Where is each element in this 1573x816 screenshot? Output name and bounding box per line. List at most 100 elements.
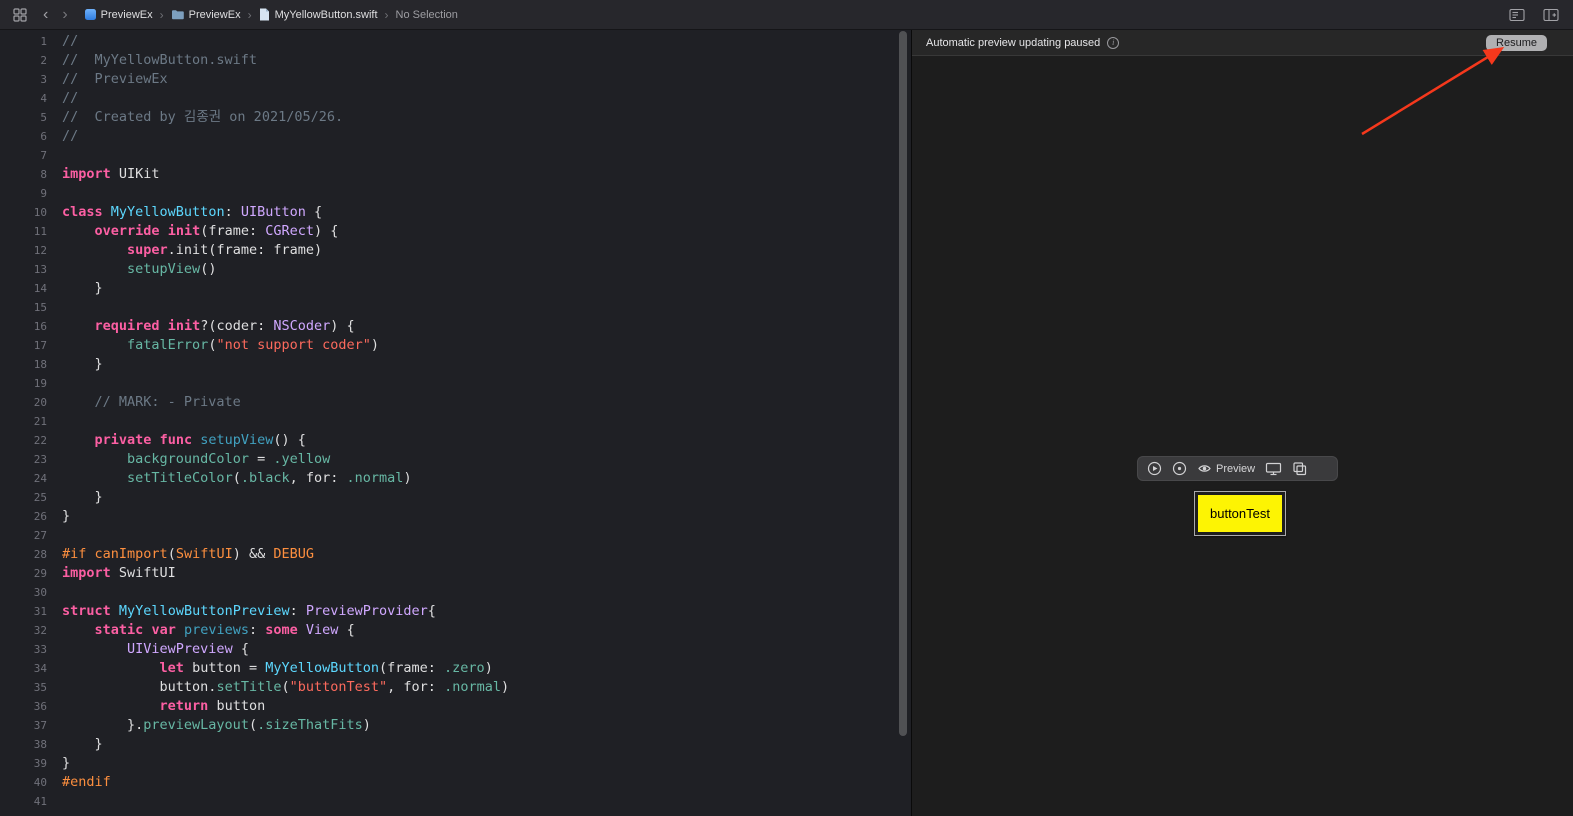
- code-line[interactable]: [62, 184, 911, 203]
- breadcrumb-group[interactable]: PreviewEx: [171, 9, 241, 21]
- code-line[interactable]: let button = MyYellowButton(frame: .zero…: [62, 659, 911, 678]
- code-line[interactable]: class MyYellowButton: UIButton {: [62, 203, 911, 222]
- editor-controls: [1509, 8, 1559, 22]
- code-line[interactable]: struct MyYellowButtonPreview: PreviewPro…: [62, 602, 911, 621]
- code-line[interactable]: return button: [62, 697, 911, 716]
- line-number: 23: [33, 453, 47, 466]
- breadcrumb-project-label: PreviewEx: [100, 8, 153, 21]
- breadcrumb-separator: ›: [384, 7, 389, 22]
- code-line[interactable]: }: [62, 355, 911, 374]
- line-number: 9: [40, 187, 47, 200]
- preview-mode-button[interactable]: Preview: [1197, 461, 1255, 476]
- banner-message: Automatic preview updating paused: [926, 36, 1101, 49]
- line-number: 10: [33, 206, 47, 219]
- breadcrumb-separator: ›: [159, 7, 164, 22]
- line-number: 2: [40, 54, 47, 67]
- breadcrumb-separator: ›: [247, 7, 252, 22]
- line-number: 1: [40, 35, 47, 48]
- code-line[interactable]: }: [62, 488, 911, 507]
- inspect-icon[interactable]: [1172, 461, 1187, 476]
- code-line[interactable]: required init?(coder: NSCoder) {: [62, 317, 911, 336]
- eye-icon: [1197, 461, 1212, 476]
- code-line[interactable]: [62, 146, 911, 165]
- code-line[interactable]: super.init(frame: frame): [62, 241, 911, 260]
- preview-canvas: Preview buttonTest: [912, 56, 1573, 815]
- breadcrumb-file-label: MyYellowButton.swift: [274, 8, 378, 21]
- code-line[interactable]: }: [62, 279, 911, 298]
- editor-options-icon[interactable]: [1509, 8, 1525, 22]
- code-line[interactable]: [62, 412, 911, 431]
- line-number: 13: [33, 263, 47, 276]
- code-line[interactable]: #endif: [62, 773, 911, 792]
- line-numbers: 1 2 3 4 5 6 7 8 9 10 11 12 13 14 15 16 17 18 19 20 21 22 23 24 2…: [0, 30, 54, 816]
- line-number: 18: [33, 358, 47, 371]
- code-line[interactable]: [62, 792, 911, 811]
- code-line[interactable]: }: [62, 754, 911, 773]
- code-line[interactable]: [62, 374, 911, 393]
- code-line[interactable]: [62, 583, 911, 602]
- code-lines[interactable]: //// MyYellowButton.swift// PreviewEx///…: [54, 30, 911, 816]
- line-number: 12: [33, 244, 47, 257]
- forward-button[interactable]: ›: [55, 6, 74, 23]
- code-line[interactable]: override init(frame: CGRect) {: [62, 222, 911, 241]
- duplicate-preview-icon[interactable]: [1292, 461, 1307, 476]
- line-number: 28: [33, 548, 47, 561]
- code-editor[interactable]: 1 2 3 4 5 6 7 8 9 10 11 12 13 14 15 16 17 18 19 20 21 22 23 24 2…: [0, 30, 911, 816]
- code-line[interactable]: // PreviewEx: [62, 70, 911, 89]
- code-line[interactable]: //: [62, 127, 911, 146]
- editor-scrollbar[interactable]: [899, 31, 907, 736]
- info-icon[interactable]: i: [1107, 36, 1120, 49]
- code-line[interactable]: //: [62, 89, 911, 108]
- line-number: 35: [33, 681, 47, 694]
- code-line[interactable]: static var previews: some View {: [62, 621, 911, 640]
- line-number: 39: [33, 757, 47, 770]
- line-number: 27: [33, 529, 47, 542]
- breadcrumb-no-selection-label: No Selection: [395, 8, 458, 21]
- live-preview-icon[interactable]: [1147, 461, 1162, 476]
- code-line[interactable]: // MARK: - Private: [62, 393, 911, 412]
- resume-button[interactable]: Resume: [1486, 34, 1547, 51]
- code-line[interactable]: // MyYellowButton.swift: [62, 51, 911, 70]
- breadcrumb-no-selection[interactable]: No Selection: [396, 9, 458, 21]
- back-button[interactable]: ‹: [36, 6, 55, 23]
- line-number: 21: [33, 415, 47, 428]
- related-items-icon[interactable]: [10, 5, 30, 25]
- code-line[interactable]: }: [62, 507, 911, 526]
- code-line[interactable]: //: [62, 32, 911, 51]
- line-number: 36: [33, 700, 47, 713]
- line-number: 41: [33, 795, 47, 808]
- line-number: 31: [33, 605, 47, 618]
- code-line[interactable]: setupView(): [62, 260, 911, 279]
- code-line[interactable]: #if canImport(SwiftUI) && DEBUG: [62, 545, 911, 564]
- breadcrumb-file[interactable]: MyYellowButton.swift: [259, 8, 378, 21]
- yellow-button[interactable]: buttonTest: [1198, 495, 1282, 532]
- line-number: 14: [33, 282, 47, 295]
- code-line[interactable]: import SwiftUI: [62, 564, 911, 583]
- line-number: 15: [33, 301, 47, 314]
- code-line[interactable]: backgroundColor = .yellow: [62, 450, 911, 469]
- code-line[interactable]: UIViewPreview {: [62, 640, 911, 659]
- code-line[interactable]: import UIKit: [62, 165, 911, 184]
- code-line[interactable]: // Created by 김종권 on 2021/05/26.: [62, 108, 911, 127]
- add-editor-icon[interactable]: [1543, 8, 1559, 22]
- code-line[interactable]: private func setupView() {: [62, 431, 911, 450]
- line-number: 25: [33, 491, 47, 504]
- line-number: 6: [40, 130, 47, 143]
- line-number: 24: [33, 472, 47, 485]
- breadcrumb-project[interactable]: PreviewEx: [84, 8, 153, 21]
- code-line[interactable]: fatalError("not support coder"): [62, 336, 911, 355]
- code-line[interactable]: }: [62, 735, 911, 754]
- code-line[interactable]: [62, 298, 911, 317]
- line-number: 11: [33, 225, 47, 238]
- line-number: 40: [33, 776, 47, 789]
- code-line[interactable]: button.setTitle("buttonTest", for: .norm…: [62, 678, 911, 697]
- code-line[interactable]: }.previewLayout(.sizeThatFits): [62, 716, 911, 735]
- code-line[interactable]: setTitleColor(.black, for: .normal): [62, 469, 911, 488]
- line-number: 37: [33, 719, 47, 732]
- device-settings-icon[interactable]: [1265, 461, 1282, 476]
- line-number: 34: [33, 662, 47, 675]
- code-line[interactable]: [62, 526, 911, 545]
- project-icon: [84, 9, 96, 20]
- line-number: 5: [40, 111, 47, 124]
- preview-selection: buttonTest: [1194, 491, 1286, 536]
